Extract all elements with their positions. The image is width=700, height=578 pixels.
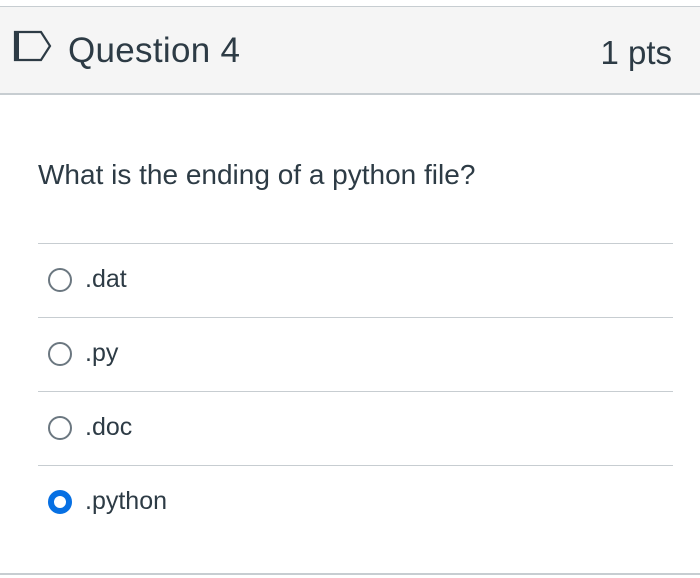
- question-title: Question 4: [68, 31, 241, 70]
- answer-option-dat[interactable]: .dat: [38, 243, 673, 317]
- answer-label: .py: [85, 339, 119, 367]
- answer-option-py[interactable]: .py: [38, 317, 673, 391]
- question-points: 1 pts: [600, 34, 672, 71]
- answer-option-python[interactable]: .python: [38, 465, 673, 539]
- answer-label: .doc: [85, 413, 133, 441]
- question-card: Question 4 1 pts What is the ending of a…: [0, 6, 700, 575]
- answer-list: .dat .py .doc .python: [38, 243, 673, 539]
- radio-button[interactable]: [48, 268, 72, 292]
- radio-button[interactable]: [48, 342, 72, 366]
- answer-label: .dat: [85, 265, 127, 293]
- radio-button[interactable]: [48, 416, 72, 440]
- answer-option-doc[interactable]: .doc: [38, 391, 673, 465]
- radio-button[interactable]: [48, 490, 72, 514]
- answer-label: .python: [85, 487, 168, 515]
- flag-question-icon[interactable]: [13, 29, 53, 65]
- question-text: What is the ending of a python file?: [38, 159, 476, 190]
- question-header: Question 4 1 pts: [0, 7, 700, 95]
